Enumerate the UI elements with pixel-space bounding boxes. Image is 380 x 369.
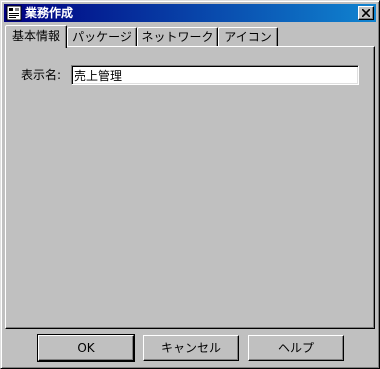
close-button[interactable] (358, 6, 374, 20)
window-title: 業務作成 (25, 6, 74, 20)
display-name-label: 表示名: (21, 68, 62, 82)
tab-panel-basic-info (5, 46, 375, 329)
tab-package[interactable]: パッケージ (67, 27, 137, 47)
tab-basic-info[interactable]: 基本情報 (5, 25, 67, 48)
display-name-input[interactable] (71, 65, 359, 85)
help-button[interactable]: ヘルプ (248, 335, 344, 361)
business-create-dialog: 業務作成 基本情報 パッケージ ネットワーク アイコン 表示名: OK キャンセ… (0, 0, 380, 369)
ok-button[interactable]: OK (37, 334, 135, 362)
title-bar[interactable]: 業務作成 (4, 4, 376, 22)
tab-icon[interactable]: アイコン (218, 27, 278, 47)
cancel-button[interactable]: キャンセル (143, 335, 239, 361)
tab-network[interactable]: ネットワーク (137, 27, 218, 47)
business-app-icon (6, 5, 22, 21)
close-icon (362, 9, 370, 17)
